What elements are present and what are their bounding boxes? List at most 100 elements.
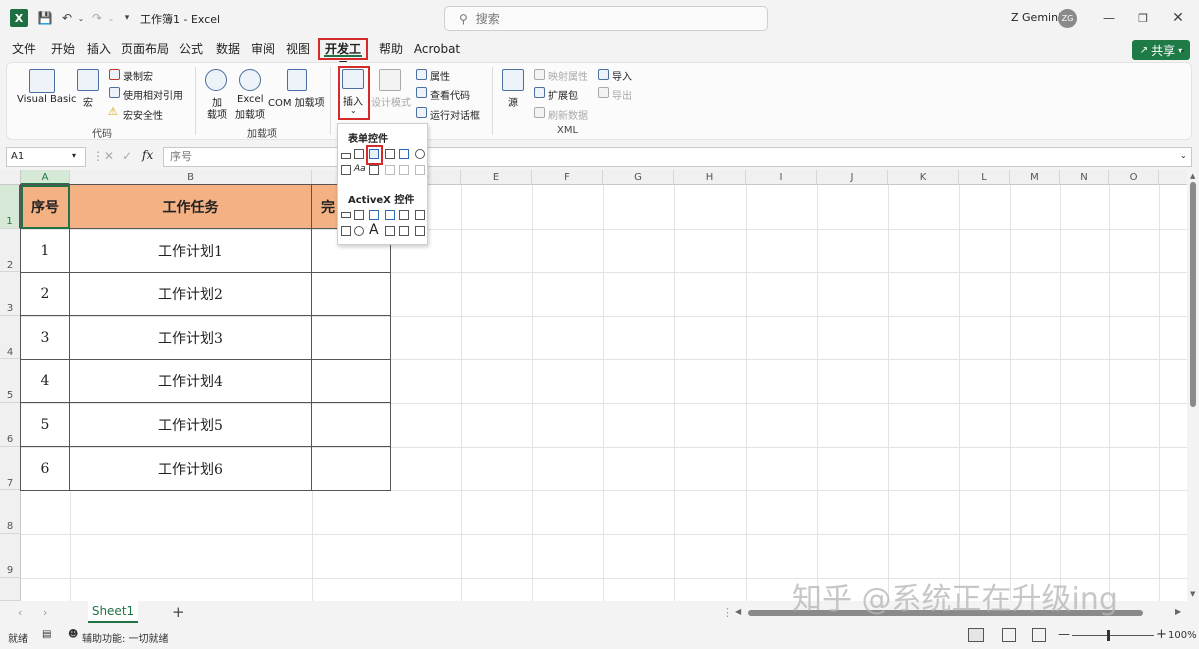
tab-page-layout[interactable]: 页面布局 bbox=[120, 38, 170, 60]
column-header[interactable]: I bbox=[746, 170, 817, 185]
row-header[interactable]: 7 bbox=[0, 447, 21, 490]
activex-toggle-icon[interactable] bbox=[399, 226, 409, 236]
accessibility-icon[interactable]: ☻ bbox=[68, 629, 78, 640]
add-sheet-icon[interactable]: + bbox=[172, 603, 185, 621]
table-cell[interactable] bbox=[312, 316, 391, 360]
column-header[interactable]: E bbox=[461, 170, 532, 185]
tab-acrobat[interactable]: Acrobat bbox=[412, 38, 462, 60]
expansion-packs-icon[interactable] bbox=[534, 87, 545, 98]
addins-label-2[interactable]: 载项 bbox=[207, 106, 227, 121]
run-dialog-icon[interactable] bbox=[416, 107, 427, 118]
next-sheet-icon[interactable]: › bbox=[43, 606, 47, 619]
tab-developer[interactable]: 开发工具 bbox=[318, 38, 368, 74]
close-icon[interactable]: ✕ bbox=[1169, 9, 1187, 27]
table-cell[interactable] bbox=[312, 403, 391, 447]
enter-icon[interactable]: ✓ bbox=[122, 149, 132, 163]
row-header[interactable] bbox=[0, 578, 21, 601]
tab-file[interactable]: 文件 bbox=[8, 38, 40, 60]
zoom-level[interactable]: 100% bbox=[1168, 630, 1197, 641]
table-cell[interactable]: 1 bbox=[21, 229, 70, 273]
row-header[interactable]: 5 bbox=[0, 359, 21, 403]
properties-label[interactable]: 属性 bbox=[430, 68, 450, 83]
sheet-tab-sheet1[interactable]: Sheet1 bbox=[88, 601, 138, 623]
run-dialog-label[interactable]: 运行对话框 bbox=[430, 107, 480, 122]
gear-icon[interactable] bbox=[239, 69, 261, 91]
table-cell[interactable]: 工作计划5 bbox=[70, 403, 312, 447]
customize-qat-icon[interactable]: ▾ bbox=[118, 9, 136, 27]
macros-icon[interactable] bbox=[77, 69, 99, 91]
button-control-icon[interactable] bbox=[341, 153, 351, 159]
activex-scrollbar-icon[interactable] bbox=[415, 210, 425, 220]
normal-view-icon[interactable] bbox=[968, 628, 984, 642]
activex-button-icon[interactable] bbox=[341, 212, 351, 218]
table-cell[interactable]: 3 bbox=[21, 316, 70, 360]
table-cell[interactable]: 6 bbox=[21, 447, 70, 491]
accessibility-status[interactable]: 辅助功能: 一切就绪 bbox=[82, 630, 169, 645]
row-header[interactable]: 3 bbox=[0, 272, 21, 316]
zoom-slider-track[interactable] bbox=[1072, 635, 1154, 636]
table-cell[interactable] bbox=[312, 360, 391, 403]
zoom-slider-thumb[interactable] bbox=[1107, 630, 1110, 641]
vertical-scrollbar[interactable]: ▲ ▼ bbox=[1187, 170, 1199, 601]
column-header[interactable]: H bbox=[674, 170, 746, 185]
cancel-icon[interactable]: ✕ bbox=[104, 149, 114, 163]
xml-source-icon[interactable] bbox=[502, 69, 524, 91]
row-header[interactable]: 2 bbox=[0, 229, 21, 272]
com-addins-label[interactable]: COM 加载项 bbox=[268, 94, 325, 109]
activex-spinner-icon[interactable] bbox=[341, 226, 351, 236]
view-code-icon[interactable] bbox=[416, 87, 427, 98]
activex-textbox-icon[interactable] bbox=[399, 210, 409, 220]
properties-icon[interactable] bbox=[416, 69, 427, 80]
import-label[interactable]: 导入 bbox=[612, 68, 632, 83]
tab-home[interactable]: 开始 bbox=[46, 38, 80, 60]
excel-addins-label-2[interactable]: 加载项 bbox=[235, 106, 265, 121]
record-macro-label[interactable]: 录制宏 bbox=[123, 68, 153, 83]
fx-icon[interactable]: fx bbox=[142, 148, 153, 162]
column-header[interactable]: K bbox=[888, 170, 959, 185]
xml-source-label[interactable]: 源 bbox=[508, 94, 518, 109]
expand-formula-icon[interactable]: ⌄ bbox=[1180, 151, 1187, 160]
scroll-left-icon[interactable]: ◀ bbox=[735, 607, 741, 616]
scrollbar-thumb[interactable] bbox=[1190, 182, 1196, 407]
visual-basic-icon[interactable] bbox=[29, 69, 55, 93]
expansion-packs-label[interactable]: 扩展包 bbox=[548, 87, 578, 102]
column-header[interactable]: A bbox=[21, 170, 70, 185]
column-header[interactable]: O bbox=[1109, 170, 1159, 185]
table-cell[interactable]: 4 bbox=[21, 360, 70, 403]
tab-data[interactable]: 数据 bbox=[211, 38, 245, 60]
relative-refs-label[interactable]: 使用相对引用 bbox=[123, 87, 183, 102]
row-header[interactable]: 4 bbox=[0, 316, 21, 359]
table-header-cell[interactable]: 序号 bbox=[21, 185, 70, 229]
table-cell[interactable]: 工作计划2 bbox=[70, 273, 312, 316]
import-icon[interactable] bbox=[598, 69, 609, 80]
macro-security-label[interactable]: 宏安全性 bbox=[123, 107, 163, 122]
zoom-out-icon[interactable]: — bbox=[1058, 627, 1070, 641]
view-code-label[interactable]: 查看代码 bbox=[430, 87, 470, 102]
formula-input[interactable]: 序号 bbox=[163, 147, 1192, 167]
visual-basic-label[interactable]: Visual Basic bbox=[17, 94, 77, 105]
row-header[interactable]: 8 bbox=[0, 490, 21, 534]
ribbon-collapse-icon[interactable]: ⌄ bbox=[1179, 45, 1189, 55]
select-all-corner[interactable] bbox=[0, 170, 21, 185]
avatar[interactable]: ZG bbox=[1058, 9, 1077, 28]
scroll-up-icon[interactable]: ▲ bbox=[1190, 172, 1195, 180]
more-controls-icon[interactable] bbox=[415, 226, 425, 236]
name-box-dropdown-icon[interactable]: ▾ bbox=[72, 151, 76, 160]
column-header[interactable]: N bbox=[1060, 170, 1109, 185]
page-break-view-icon[interactable] bbox=[1032, 628, 1046, 642]
page-layout-view-icon[interactable] bbox=[1002, 628, 1016, 642]
row-header[interactable]: 6 bbox=[0, 403, 21, 447]
scrollbar-control-icon[interactable] bbox=[369, 165, 379, 175]
table-cell[interactable]: 工作计划4 bbox=[70, 360, 312, 403]
scroll-right-icon[interactable]: ▶ bbox=[1175, 607, 1181, 616]
activex-checkbox-icon[interactable] bbox=[369, 210, 379, 220]
tab-view[interactable]: 视图 bbox=[281, 38, 315, 60]
activex-option-icon[interactable] bbox=[354, 226, 364, 236]
label-control-icon[interactable]: Aa bbox=[354, 164, 366, 174]
tab-help[interactable]: 帮助 bbox=[374, 38, 408, 60]
table-cell[interactable]: 2 bbox=[21, 273, 70, 316]
save-icon[interactable]: 💾 bbox=[36, 9, 54, 27]
restore-icon[interactable]: ❐ bbox=[1134, 9, 1152, 27]
table-cell[interactable] bbox=[312, 447, 391, 491]
com-addins-icon[interactable] bbox=[287, 69, 307, 91]
